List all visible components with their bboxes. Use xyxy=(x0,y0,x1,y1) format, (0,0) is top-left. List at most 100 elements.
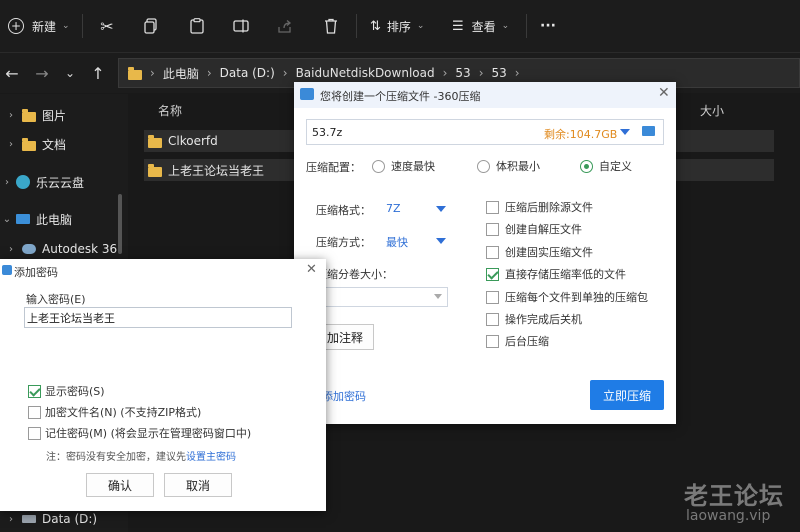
paste-button[interactable] xyxy=(186,0,208,52)
option-self-extract[interactable]: 创建自解压文件 xyxy=(486,220,582,238)
delete-button[interactable] xyxy=(320,0,342,52)
filename-dropdown-icon[interactable] xyxy=(620,129,630,135)
view-label: 查看 xyxy=(471,19,496,34)
option-label: 压缩每个文件到单独的压缩包 xyxy=(505,291,648,304)
option-separate-archives[interactable]: 压缩每个文件到单独的压缩包 xyxy=(486,288,648,306)
compress-dialog-title: 您将创建一个压缩文件 -360压缩 xyxy=(320,90,481,103)
remember-password-checkbox[interactable]: 记住密码(M) (将会显示在管理密码窗口中) xyxy=(28,424,251,442)
breadcrumb-data-drive[interactable]: Data (D:) xyxy=(220,66,275,80)
sidebar-item-this-pc[interactable]: ⌄ 此电脑 xyxy=(0,206,72,232)
folder-icon xyxy=(22,137,36,151)
share-button[interactable] xyxy=(274,0,296,52)
copy-icon xyxy=(144,18,157,34)
ok-button[interactable]: 确认 xyxy=(86,473,154,497)
option-delete-source[interactable]: 压缩后删除源文件 xyxy=(486,198,593,216)
copy-button[interactable] xyxy=(140,0,162,52)
share-icon xyxy=(278,20,292,33)
compress-dialog: 您将创建一个压缩文件 -360压缩 ✕ 53.7z 剩余:104.7GB 压缩配… xyxy=(294,82,676,424)
cancel-button[interactable]: 取消 xyxy=(164,473,232,497)
option-background[interactable]: 后台压缩 xyxy=(486,332,549,350)
checkbox xyxy=(28,405,41,419)
new-label: 新建 xyxy=(32,19,57,34)
format-select[interactable]: 7Z xyxy=(386,202,401,215)
add-comment-label: 加注释 xyxy=(326,330,363,345)
checkbox-label: 加密文件名(N) (不支持ZIP格式) xyxy=(45,406,202,419)
checkbox xyxy=(486,312,499,326)
checkbox-label: 显示密码(S) xyxy=(45,385,105,398)
cloud-drive-icon xyxy=(22,244,36,254)
chevron-down-icon: ⌄ xyxy=(62,21,70,31)
sidebar-scrollbar[interactable] xyxy=(118,194,122,254)
sidebar-item-documents[interactable]: › 文档 xyxy=(0,131,66,157)
breadcrumb-sep-icon: › xyxy=(206,66,212,80)
checkbox xyxy=(486,222,499,236)
sort-label: 排序 xyxy=(386,19,411,34)
archive-app-icon xyxy=(2,265,12,275)
sidebar-item-pictures[interactable]: › 图片 xyxy=(0,102,66,128)
radio-label: 体积最小 xyxy=(496,160,540,173)
sort-arrows-icon: ⇅ xyxy=(370,18,381,34)
new-button[interactable]: + 新建 ⌄ xyxy=(8,0,70,52)
back-button[interactable]: ← xyxy=(0,60,24,86)
sidebar-item-cloud[interactable]: › 乐云云盘 xyxy=(0,169,84,195)
config-label: 压缩配置： xyxy=(306,161,361,174)
option-solid-archive[interactable]: 创建固实压缩文件 xyxy=(486,243,593,261)
radio-circle xyxy=(580,159,593,173)
radio-smallest[interactable]: 体积最小 xyxy=(477,158,540,174)
radio-fastest[interactable]: 速度最快 xyxy=(372,158,435,174)
option-shutdown[interactable]: 操作完成后关机 xyxy=(486,310,582,328)
split-size-label: 压缩分卷大小： xyxy=(316,268,393,281)
add-password-link[interactable]: 添加密码 xyxy=(322,388,366,404)
recent-locations-button[interactable]: ⌄ xyxy=(58,60,82,86)
radio-circle xyxy=(372,159,385,173)
compress-now-label: 立即压缩 xyxy=(602,388,651,403)
checkbox-checked xyxy=(486,267,499,281)
set-master-password-link[interactable]: 设置主密码 xyxy=(186,452,236,463)
breadcrumb-53b[interactable]: 53 xyxy=(492,66,507,80)
breadcrumb-sep-icon: › xyxy=(478,66,484,80)
more-options-button[interactable]: ··· xyxy=(540,0,556,52)
rename-button[interactable] xyxy=(230,0,252,52)
checkbox-label: 记住密码(M) (将会显示在管理密码窗口中) xyxy=(45,427,252,440)
breadcrumb-this-pc[interactable]: 此电脑 xyxy=(163,65,199,82)
radio-circle xyxy=(477,159,490,173)
forward-button[interactable]: → xyxy=(30,60,54,86)
folder-icon xyxy=(128,66,142,80)
option-store-low-ratio[interactable]: 直接存储压缩率低的文件 xyxy=(486,265,626,283)
format-label: 压缩格式： xyxy=(316,204,371,217)
browse-folder-icon[interactable] xyxy=(642,126,655,136)
encrypt-filenames-checkbox[interactable]: 加密文件名(N) (不支持ZIP格式) xyxy=(28,403,201,421)
format-dropdown-icon[interactable] xyxy=(436,206,446,212)
column-header-name[interactable]: 名称 xyxy=(158,102,182,119)
toolbar-divider xyxy=(356,14,357,38)
show-password-checkbox[interactable]: 显示密码(S) xyxy=(28,382,105,400)
cloud-icon xyxy=(16,175,30,189)
checkbox-checked xyxy=(28,384,41,398)
breadcrumb-baidu[interactable]: BaiduNetdiskDownload xyxy=(296,66,435,80)
breadcrumb-sep-icon: › xyxy=(282,66,288,80)
cut-button[interactable]: ✂ xyxy=(96,0,118,52)
up-button[interactable]: ↑ xyxy=(86,60,110,86)
explorer-toolbar: + 新建 ⌄ ✂ ⇅ 排序 ⌄ ☰ 查看 ⌄ ··· xyxy=(0,0,800,53)
rename-icon xyxy=(233,19,249,33)
close-icon[interactable]: ✕ xyxy=(658,85,670,101)
sort-button[interactable]: ⇅ 排序 ⌄ xyxy=(370,0,424,52)
breadcrumb-53a[interactable]: 53 xyxy=(455,66,470,80)
arrow-up-icon: ↑ xyxy=(91,63,105,83)
output-filename-value: 53.7z xyxy=(312,126,343,139)
split-size-select[interactable] xyxy=(316,287,448,307)
sidebar-item-label: Data (D:) xyxy=(42,512,98,526)
chevron-right-icon: › xyxy=(9,109,13,121)
checkbox xyxy=(486,200,499,214)
compress-now-button[interactable]: 立即压缩 xyxy=(590,380,664,410)
more-label: ··· xyxy=(540,18,556,34)
method-select[interactable]: 最快 xyxy=(386,234,408,250)
view-button[interactable]: ☰ 查看 ⌄ xyxy=(452,0,509,52)
column-header-size[interactable]: 大小 xyxy=(700,102,724,119)
method-dropdown-icon[interactable] xyxy=(436,238,446,244)
chevron-down-icon: ⌄ xyxy=(501,21,510,31)
close-icon[interactable]: ✕ xyxy=(306,262,317,277)
watermark-title: 老王论坛 xyxy=(684,482,784,510)
password-input-label: 输入密码(E) xyxy=(26,293,86,306)
radio-custom[interactable]: 自定义 xyxy=(580,158,632,174)
